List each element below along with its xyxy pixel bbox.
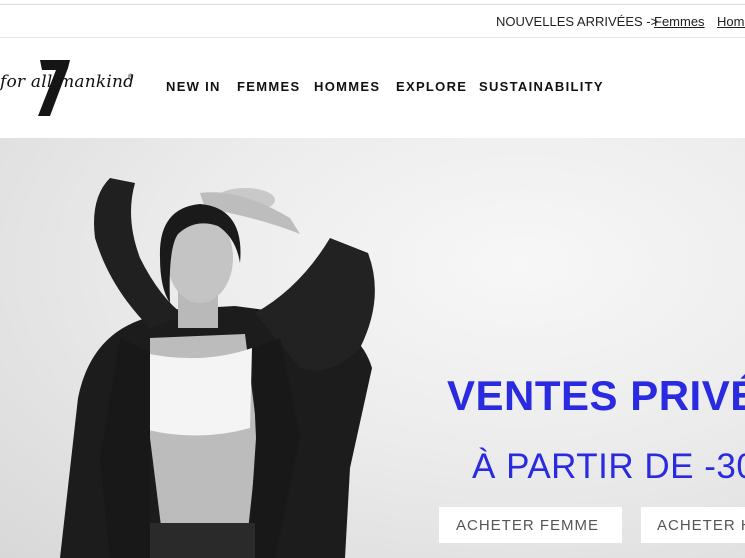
nav-item-hommes[interactable]: HOMMES — [314, 79, 380, 94]
header-divider — [0, 37, 745, 38]
hero-title: VENTES PRIVÉES — [447, 372, 745, 420]
promo-link-men[interactable]: Hommes — [717, 14, 745, 29]
nav-item-new-in[interactable]: NEW IN — [166, 79, 221, 94]
model-photo-icon — [60, 178, 375, 558]
promo-bar: NOUVELLES ARRIVÉES -> Femmes Hommes — [0, 6, 745, 37]
top-border — [0, 4, 745, 5]
logo-wordmark: for all mankind — [0, 72, 135, 92]
nav-item-femmes[interactable]: FEMMES — [237, 79, 300, 94]
shop-women-button[interactable]: ACHETER FEMME — [439, 507, 622, 543]
shop-men-button[interactable]: ACHETER HOMME — [641, 507, 745, 543]
promo-link-women[interactable]: Femmes — [654, 14, 705, 29]
nav-item-explore[interactable]: EXPLORE — [396, 79, 467, 94]
hero-subtitle: À PARTIR DE -30% — [472, 447, 745, 486]
brand-logo[interactable]: for all mankind ® — [0, 58, 140, 120]
nav-item-sustainability[interactable]: SUSTAINABILITY — [479, 79, 604, 94]
promo-text: NOUVELLES ARRIVÉES -> — [496, 14, 659, 29]
hero-banner[interactable]: VENTES PRIVÉES À PARTIR DE -30% ACHETER … — [0, 138, 745, 558]
trademark-mark: ® — [128, 74, 134, 81]
